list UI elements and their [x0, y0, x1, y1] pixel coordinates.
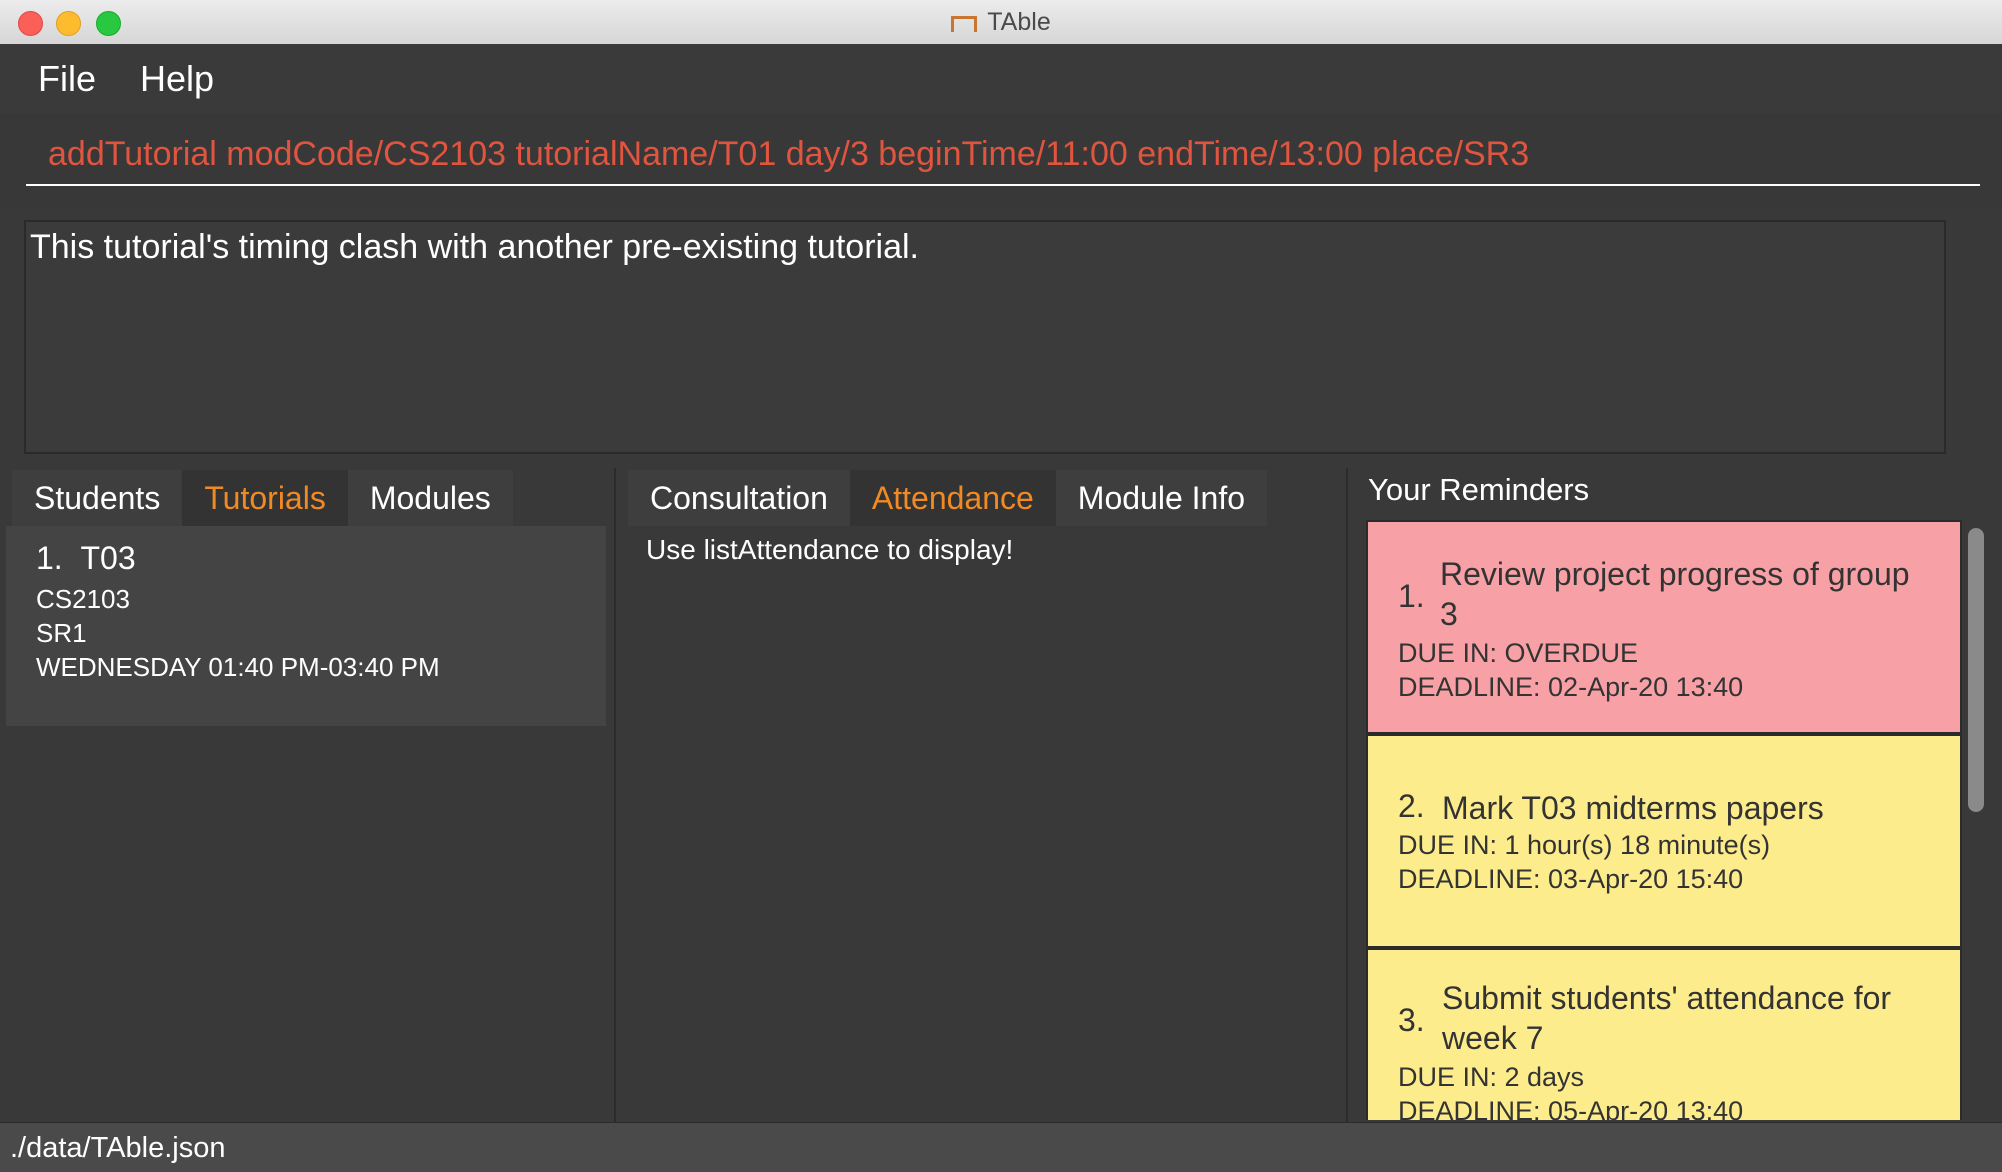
- table-app-icon: [951, 16, 978, 32]
- reminders-scrollbar[interactable]: [1968, 528, 1984, 812]
- title-bar: TAble: [0, 0, 2002, 45]
- tab-consultation[interactable]: Consultation: [628, 470, 850, 526]
- menu-file[interactable]: File: [38, 58, 96, 100]
- tutorial-card[interactable]: 1. T03 CS2103 SR1 WEDNESDAY 01:40 PM-03:…: [6, 526, 606, 726]
- left-tab-bar: Students Tutorials Modules: [12, 470, 513, 526]
- tutorial-place: SR1: [36, 618, 87, 648]
- data-file-path: ./data/TAble.json: [10, 1132, 226, 1164]
- tutorial-index: 1.: [36, 540, 63, 576]
- app-window: TAble File Help addTutorial modCode/CS21…: [0, 0, 2002, 1172]
- tab-tutorials[interactable]: Tutorials: [182, 470, 348, 526]
- reminders-panel: Your Reminders 1. Review project progres…: [1346, 468, 2002, 1122]
- tutorial-title: 1. T03: [36, 540, 136, 577]
- reminder-title-line1: Submit students' attendance for: [1442, 980, 1892, 1016]
- command-box: addTutorial modCode/CS2103 tutorialName/…: [0, 114, 2002, 208]
- tab-attendance[interactable]: Attendance: [849, 470, 1056, 526]
- reminders-header: Your Reminders: [1368, 472, 1590, 507]
- menu-bar: File Help: [0, 44, 2002, 114]
- window-title: TAble: [987, 7, 1051, 36]
- reminder-due: DUE IN: 1 hour(s) 18 minute(s): [1398, 830, 1771, 860]
- result-message: This tutorial's timing clash with anothe…: [30, 228, 919, 266]
- tutorial-name: T03: [80, 540, 136, 576]
- tab-modules[interactable]: Modules: [347, 470, 513, 526]
- reminder-title-line2: week 7: [1442, 1020, 1544, 1056]
- tutorial-module: CS2103: [36, 584, 130, 614]
- reminder-index: 1.: [1398, 578, 1425, 614]
- left-panel: Students Tutorials Modules 1. T03 CS2103…: [0, 468, 614, 1122]
- result-display[interactable]: This tutorial's timing clash with anothe…: [24, 220, 1946, 454]
- middle-tab-bar: Consultation Attendance Module Info: [628, 470, 1268, 526]
- attendance-message: Use listAttendance to display!: [646, 534, 1014, 565]
- middle-panel: Consultation Attendance Module Info Use …: [614, 468, 1348, 1122]
- reminder-index: 3.: [1398, 1002, 1425, 1038]
- command-input[interactable]: addTutorial modCode/CS2103 tutorialName/…: [26, 122, 1980, 186]
- reminder-deadline: DEADLINE: 03-Apr-20 15:40: [1398, 864, 1744, 894]
- tutorial-time: WEDNESDAY 01:40 PM-03:40 PM: [36, 652, 440, 682]
- reminder-deadline: DEADLINE: 02-Apr-20 13:40: [1398, 672, 1744, 702]
- tab-module-info[interactable]: Module Info: [1055, 470, 1268, 526]
- reminder-list[interactable]: 1. Review project progress of group 3 DU…: [1366, 520, 1966, 1120]
- reminder-card[interactable]: 1. Review project progress of group 3 DU…: [1366, 520, 1962, 734]
- reminder-index: 2.: [1398, 788, 1425, 824]
- reminder-title-line1: Mark T03 midterms papers: [1442, 790, 1824, 826]
- status-bar: ./data/TAble.json: [0, 1122, 2002, 1172]
- reminder-card[interactable]: 3. Submit students' attendance for week …: [1366, 948, 1962, 1120]
- reminder-title-line1: Review project progress of group: [1440, 556, 1910, 592]
- reminder-title-line2: 3: [1440, 596, 1458, 632]
- window-title-group: TAble: [0, 0, 2002, 44]
- menu-help[interactable]: Help: [140, 58, 214, 100]
- reminder-card[interactable]: 2. Mark T03 midterms papers DUE IN: 1 ho…: [1366, 734, 1962, 948]
- reminder-due: DUE IN: 2 days: [1398, 1062, 1585, 1092]
- reminder-deadline: DEADLINE: 05-Apr-20 13:40: [1398, 1096, 1744, 1120]
- tab-students[interactable]: Students: [12, 470, 183, 526]
- reminder-due: DUE IN: OVERDUE: [1398, 638, 1639, 668]
